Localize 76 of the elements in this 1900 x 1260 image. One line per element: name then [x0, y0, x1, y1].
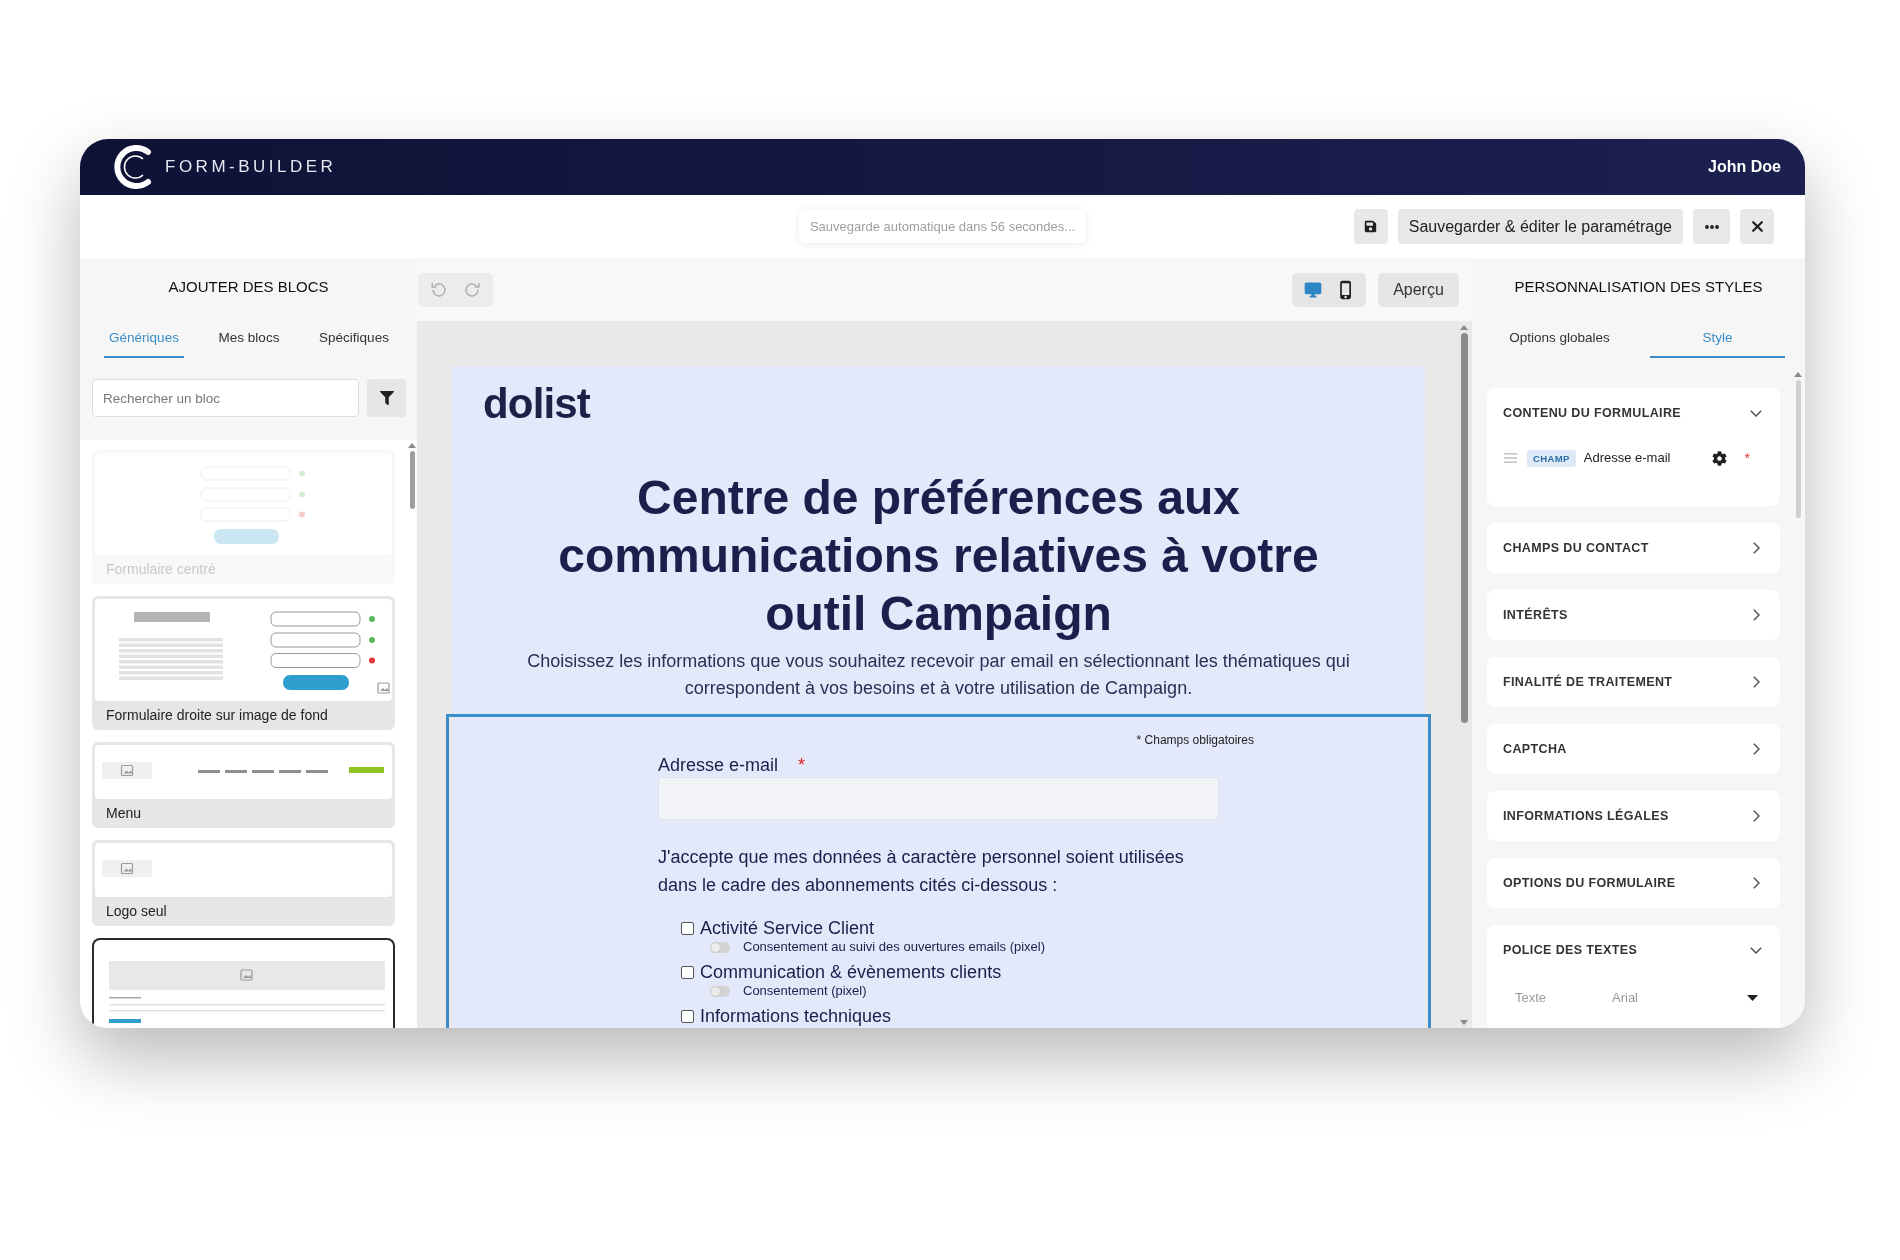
scrollbar-thumb[interactable] — [409, 451, 415, 509]
block-card[interactable]: Formulaire droite sur image de fond — [92, 596, 395, 730]
filter-icon — [379, 391, 394, 405]
accordion-header[interactable]: POLICE DES TEXTES — [1487, 925, 1780, 975]
required-mark: * — [1744, 448, 1750, 468]
accordion-header[interactable]: INFORMATIONS LÉGALES — [1487, 791, 1780, 841]
preview-button[interactable]: Aperçu — [1378, 272, 1459, 307]
scroll-up-icon[interactable] — [1460, 325, 1468, 330]
save-icon — [1364, 220, 1378, 233]
accordion-header[interactable]: CAPTCHA — [1487, 724, 1780, 774]
tab[interactable]: Mes blocs — [209, 320, 289, 358]
checkbox[interactable] — [681, 966, 694, 979]
checkbox[interactable] — [681, 922, 694, 935]
chevron-right-icon — [1753, 743, 1760, 755]
block-label: Menu — [105, 804, 143, 823]
setting-label: Texte — [1515, 989, 1548, 1008]
block-card[interactable]: Logo seul — [92, 840, 395, 926]
checkbox-label: Activité Service Client — [700, 919, 875, 938]
block-card[interactable]: Menu — [92, 742, 395, 828]
filter-button[interactable] — [367, 379, 406, 417]
autosave-notice: Sauvegarde automatique dans 56 secondes... — [798, 209, 1087, 244]
form-intro: Choisissez les informations que vous souhaitez recevoir par email en sélectionnant les thématiques qui correspondent à vos besoins et à votre utilisation de Campaign. — [526, 650, 1351, 700]
ellipsis-icon — [1704, 224, 1719, 229]
save-button[interactable] — [1353, 209, 1388, 244]
accordion-header[interactable]: CHAMPS DU CONTACT — [1487, 523, 1780, 573]
accordion-header[interactable]: FINALITÉ DE TRAITEMENT — [1487, 657, 1780, 707]
user-name[interactable]: John Doe — [1708, 155, 1781, 179]
chevron-right-icon — [1753, 542, 1760, 554]
tab[interactable]: Options globales — [1492, 320, 1627, 358]
chevron-right-icon — [1753, 609, 1760, 621]
chevron-down-icon — [1750, 409, 1762, 417]
toggle-switch[interactable] — [710, 985, 730, 997]
app-logo — [114, 143, 154, 191]
panel-title: AJOUTER DES BLOCS — [167, 277, 330, 297]
close-icon — [1751, 221, 1763, 232]
app-name: FORM-BUILDER — [165, 156, 337, 179]
chevron-down-icon — [1750, 946, 1762, 954]
form-title: Centre de préférences aux communications relatives à votre outil Campaign — [557, 470, 1320, 642]
checkbox[interactable] — [681, 1010, 694, 1023]
caret-icon — [1747, 995, 1758, 1001]
search-field[interactable]: Rechercher un bloc — [92, 379, 359, 417]
block-label: Logo seul — [105, 902, 168, 921]
accordion-header[interactable]: CONTENU DU FORMULAIRE — [1487, 388, 1780, 438]
field-label: Adresse e-mail — [1583, 449, 1671, 468]
required-mark: * — [798, 755, 806, 775]
scrollbar-thumb[interactable] — [1460, 333, 1468, 723]
scroll-up-icon[interactable] — [408, 443, 416, 448]
block-label: Formulaire droite sur image de fond — [105, 706, 329, 725]
more-button[interactable] — [1693, 209, 1730, 244]
chevron-right-icon — [1753, 676, 1760, 688]
accordion-header[interactable]: INTÉRÊTS — [1487, 590, 1780, 640]
scroll-up-icon[interactable] — [1794, 372, 1802, 377]
close-button[interactable] — [1740, 209, 1774, 244]
required-note: * Champs obligatoires — [1136, 733, 1254, 747]
redo-icon — [464, 282, 480, 297]
scrollbar-thumb[interactable] — [1796, 380, 1801, 518]
form-block[interactable] — [446, 714, 1431, 1028]
chevron-right-icon — [1753, 877, 1760, 889]
settings-icon[interactable] — [1711, 450, 1727, 466]
tab[interactable]: Spécifiques — [314, 320, 394, 358]
toggle-switch[interactable] — [710, 941, 730, 953]
checkbox-label: Informations techniques — [700, 1007, 892, 1026]
consent-text: J'accepte que mes données à caractère personnel soient utilisées dans le cadre des abonnements cités ci-dessous : — [658, 846, 1185, 897]
scroll-down-icon[interactable] — [1460, 1020, 1468, 1025]
toggle-label: Consentement (pixel) — [743, 983, 867, 999]
accordion-header[interactable]: OPTIONS DU FORMULAIRE — [1487, 858, 1780, 908]
checkbox-label: Communication & évènements clients — [700, 963, 1002, 982]
chevron-right-icon — [1753, 810, 1760, 822]
field-type-badge: CHAMP — [1527, 449, 1576, 467]
save-and-edit-button[interactable]: Sauvegarder & éditer le paramétrage — [1397, 209, 1683, 244]
undo-icon — [431, 282, 447, 297]
drag-handle-icon[interactable] — [1504, 453, 1517, 463]
toggle-label: Consentement au suivi des ouvertures emails (pixel) — [743, 939, 1046, 955]
field-label: Adresse e-mail — [658, 755, 779, 775]
panel-title: PERSONNALISATION DES STYLES — [1513, 277, 1764, 297]
brand-logo: dolist — [483, 383, 590, 425]
